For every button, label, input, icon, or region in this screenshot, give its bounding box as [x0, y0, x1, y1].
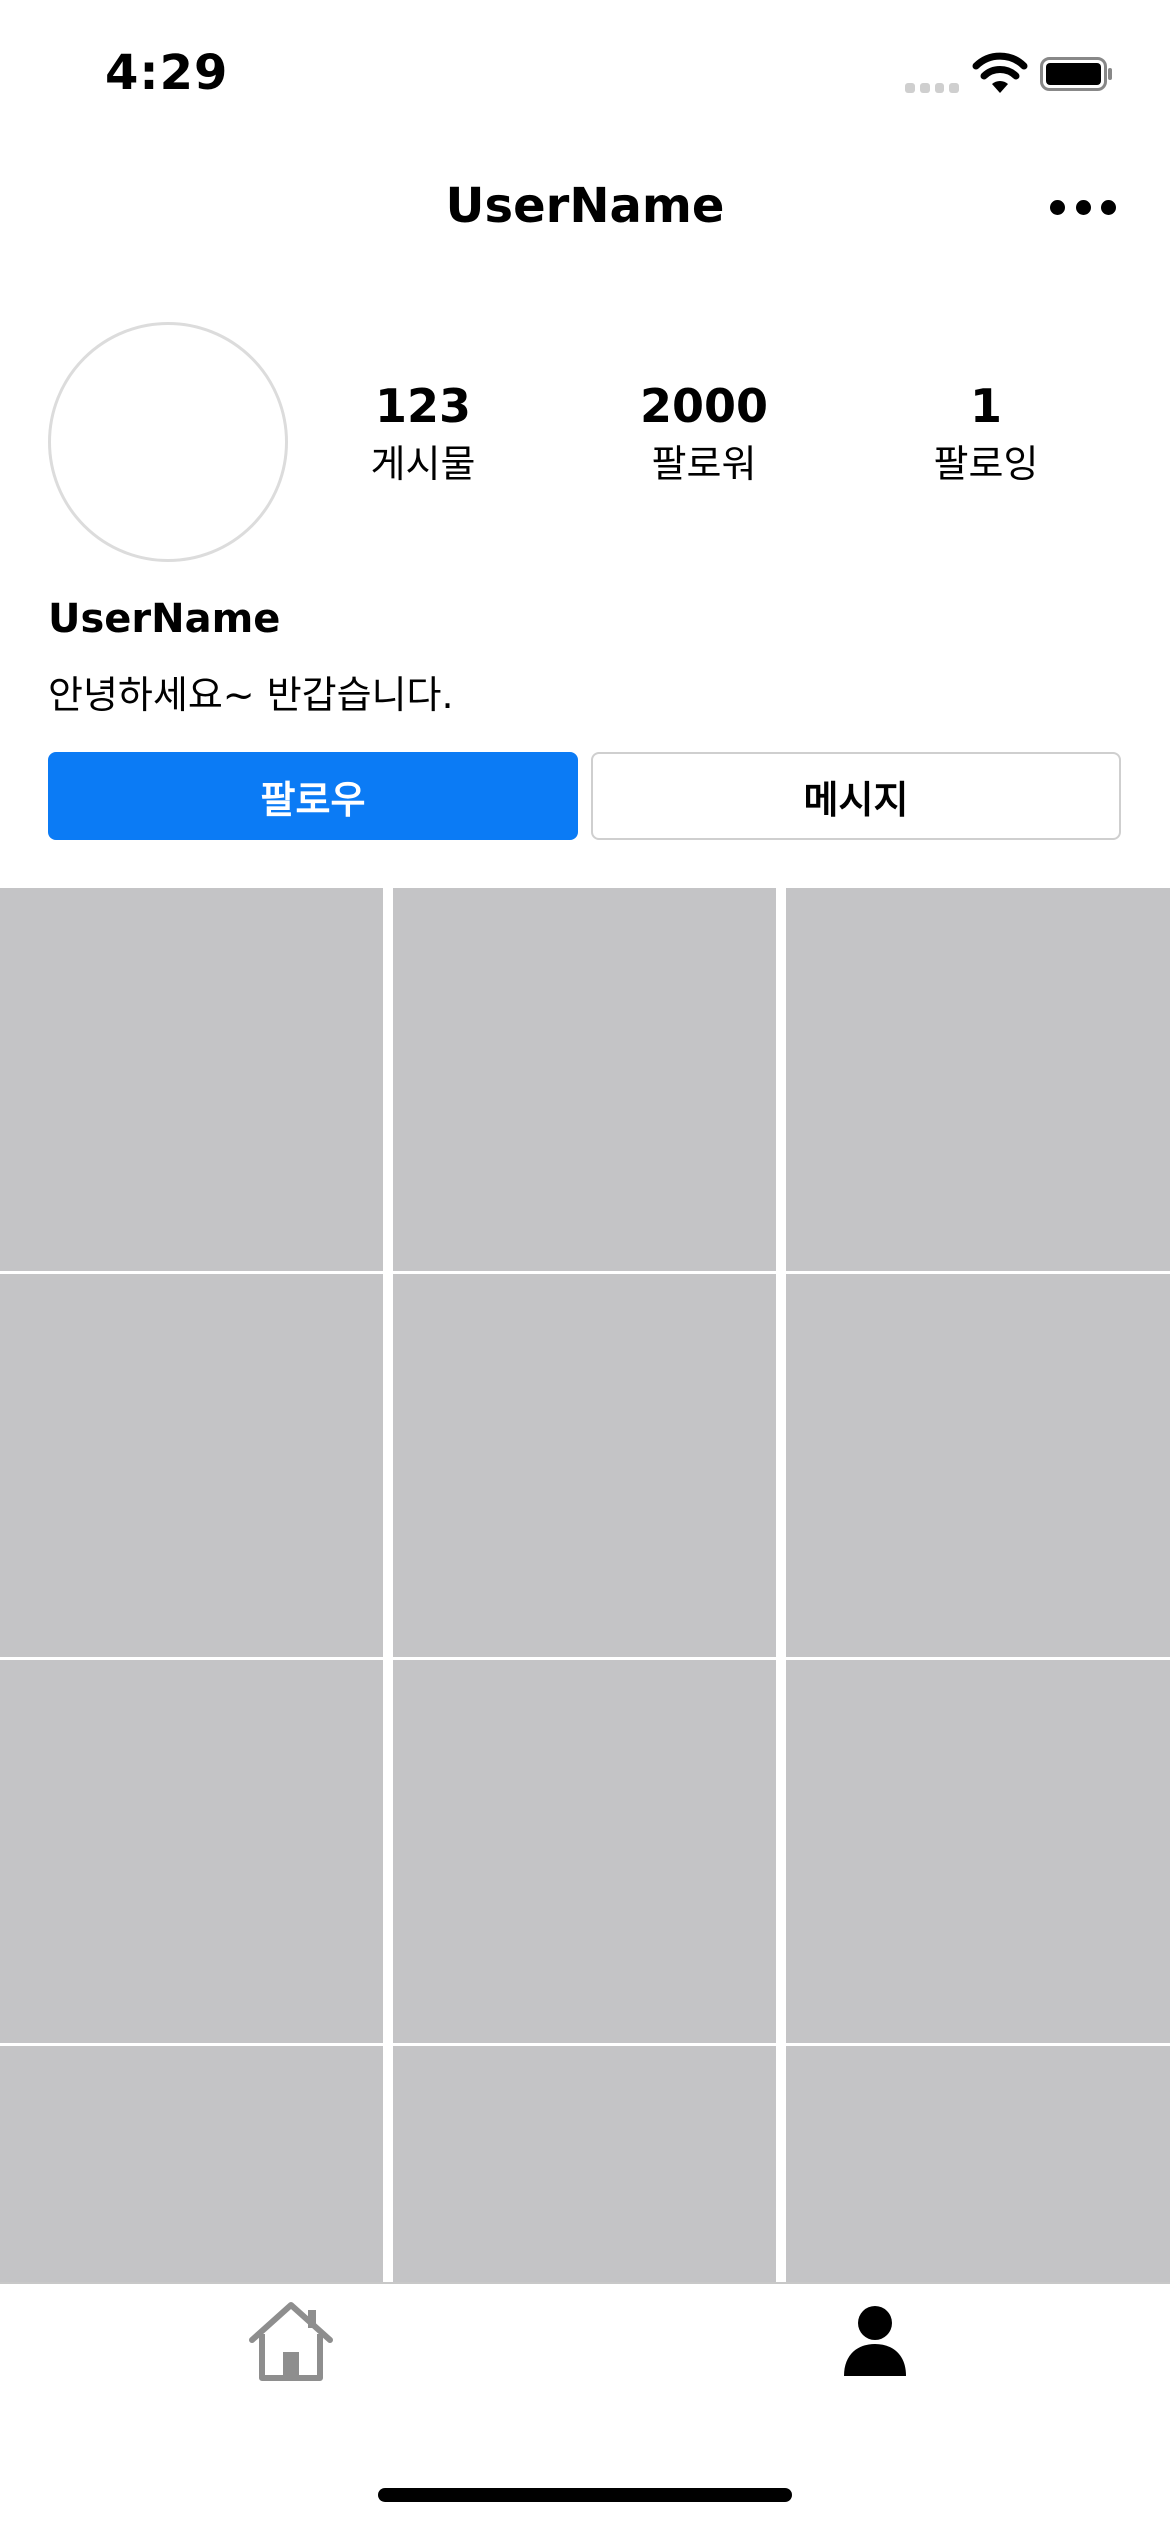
- post-thumbnail[interactable]: [393, 1660, 776, 2043]
- post-thumbnail[interactable]: [0, 1274, 383, 1657]
- message-button[interactable]: 메시지: [591, 752, 1121, 840]
- posts-count: 123: [374, 379, 472, 433]
- post-grid: [0, 888, 1170, 2282]
- followers-stat[interactable]: 2000 팔로워: [584, 378, 824, 494]
- following-count: 1: [969, 379, 1002, 433]
- post-thumbnail[interactable]: [786, 888, 1170, 1271]
- followers-label: 팔로워: [651, 442, 757, 486]
- nav-title: UserName: [445, 178, 725, 234]
- post-thumbnail[interactable]: [393, 1274, 776, 1657]
- post-thumbnail[interactable]: [0, 2046, 383, 2282]
- post-thumbnail[interactable]: [393, 2046, 776, 2282]
- post-thumbnail[interactable]: [786, 1660, 1170, 2043]
- following-label: 팔로잉: [933, 442, 1039, 486]
- followers-count: 2000: [639, 379, 769, 433]
- profile-bio: 안녕하세요~ 반갑습니다.: [48, 673, 454, 717]
- following-stat[interactable]: 1 팔로잉: [866, 378, 1106, 494]
- battery-icon: [1040, 57, 1112, 91]
- cellular-signal-icon: [905, 83, 959, 93]
- avatar[interactable]: [48, 322, 288, 562]
- profile-name: UserName: [48, 596, 281, 642]
- posts-label: 게시물: [370, 442, 476, 486]
- post-thumbnail[interactable]: [0, 1660, 383, 2043]
- post-thumbnail[interactable]: [0, 888, 383, 1271]
- post-thumbnail[interactable]: [393, 888, 776, 1271]
- wifi-icon: [972, 52, 1028, 93]
- home-indicator[interactable]: [378, 2488, 792, 2502]
- posts-stat[interactable]: 123 게시물: [303, 378, 543, 494]
- post-thumbnail[interactable]: [786, 2046, 1170, 2282]
- post-thumbnail[interactable]: [786, 1274, 1170, 1657]
- home-icon[interactable]: [246, 2300, 336, 2384]
- follow-button[interactable]: 팔로우: [48, 752, 578, 840]
- more-icon[interactable]: [1050, 196, 1116, 218]
- status-time: 4:29: [105, 45, 229, 101]
- profile-screen: 4:29 UserName 123 게시물 2000 팔로워 1 팔로잉 Use…: [0, 0, 1170, 2532]
- person-icon[interactable]: [842, 2304, 908, 2378]
